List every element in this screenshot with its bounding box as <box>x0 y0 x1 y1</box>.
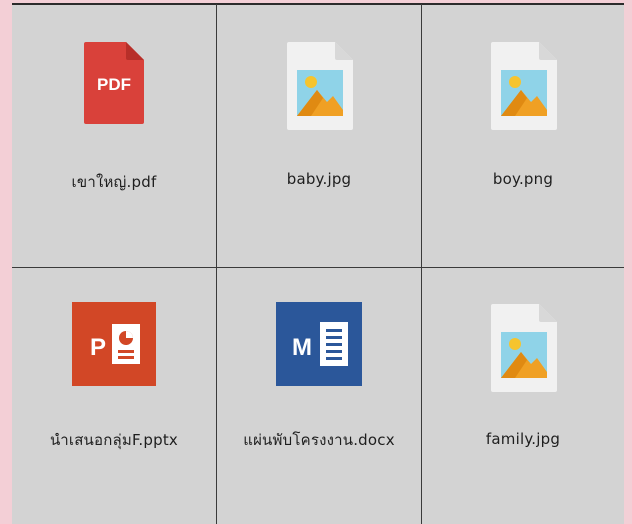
file-tile-pdf[interactable]: PDF เขาใหญ่.pdf <box>12 4 217 268</box>
powerpoint-icon: P <box>12 302 216 386</box>
file-tile-image[interactable]: baby.jpg <box>217 4 422 268</box>
file-tile-image[interactable]: family.jpg <box>422 268 624 524</box>
file-tile-pptx[interactable]: P นำเสนอกลุ่มF.pptx <box>12 268 217 524</box>
pdf-icon-text: PDF <box>97 75 131 94</box>
file-tile-image[interactable]: boy.png <box>422 4 624 268</box>
image-file-icon <box>422 302 624 394</box>
image-file-icon <box>422 40 624 132</box>
powerpoint-icon-letter: P <box>90 334 106 361</box>
file-grid: PDF เขาใหญ่.pdf baby.jpg boy.png P นำเสน… <box>12 3 624 524</box>
word-icon: M <box>217 302 421 386</box>
file-name: เขาใหญ่.pdf <box>71 173 157 191</box>
file-name: boy.png <box>492 170 554 188</box>
image-file-icon <box>217 40 421 132</box>
file-name: family.jpg <box>485 430 561 448</box>
file-tile-docx[interactable]: M แผ่นพับโครงงาน.docx <box>217 268 422 524</box>
word-icon-letter: M <box>292 334 312 361</box>
pdf-icon: PDF <box>12 40 216 126</box>
file-name: นำเสนอกลุ่มF.pptx <box>50 431 178 449</box>
file-name: baby.jpg <box>286 170 352 188</box>
file-name: แผ่นพับโครงงาน.docx <box>243 431 395 449</box>
